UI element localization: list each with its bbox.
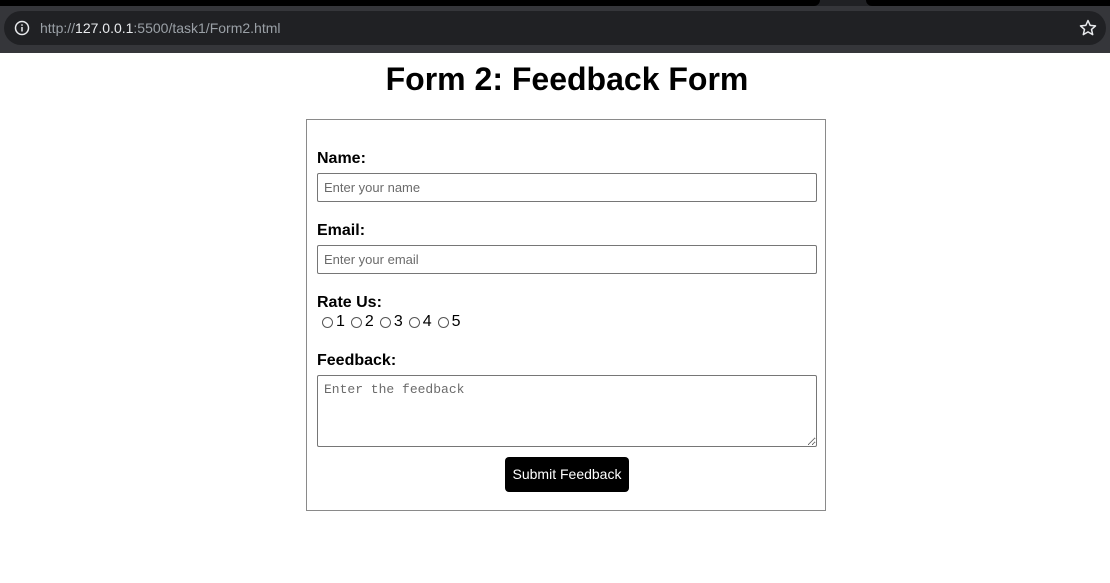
url-path: :5500/task1/Form2.html <box>133 20 281 36</box>
feedback-form: Name: Email: Rate Us: 1 2 3 4 <box>306 119 826 511</box>
feedback-label: Feedback: <box>317 352 397 369</box>
submit-feedback-button[interactable]: Submit Feedback <box>505 457 629 492</box>
rate-label: Rate Us: <box>317 294 382 311</box>
name-label: Name: <box>317 150 366 167</box>
radio-button-2[interactable] <box>350 316 362 328</box>
star-icon[interactable] <box>1078 18 1098 38</box>
page-content: Form 2: Feedback Form Name: Email: Rate … <box>0 53 1110 583</box>
rating-option[interactable]: 5 <box>437 313 461 331</box>
rating-option[interactable]: 3 <box>379 313 403 331</box>
email-input[interactable] <box>317 245 817 274</box>
rating-option[interactable]: 1 <box>322 313 345 331</box>
rating-label: 3 <box>393 313 403 330</box>
rating-option[interactable]: 4 <box>408 313 432 331</box>
feedback-textarea[interactable] <box>317 375 817 447</box>
rating-label: 2 <box>364 313 374 330</box>
rating-label: 5 <box>451 313 461 330</box>
browser-toolbar: http://127.0.0.1:5500/task1/Form2.html <box>0 6 1110 53</box>
rating-group: 1 2 3 4 5 <box>322 313 467 331</box>
url-host: 127.0.0.1 <box>75 20 134 36</box>
name-input[interactable] <box>317 173 817 202</box>
address-bar[interactable]: http://127.0.0.1:5500/task1/Form2.html <box>4 11 1106 45</box>
radio-button-3[interactable] <box>379 316 391 328</box>
rating-option[interactable]: 2 <box>350 313 374 331</box>
page-title: Form 2: Feedback Form <box>385 61 749 97</box>
email-label: Email: <box>317 222 366 239</box>
url-scheme: http:// <box>40 20 76 36</box>
info-icon[interactable] <box>14 20 30 36</box>
url-text[interactable]: http://127.0.0.1:5500/task1/Form2.html <box>40 20 280 36</box>
radio-button-1[interactable] <box>322 316 333 328</box>
rating-label: 1 <box>336 313 345 330</box>
radio-button-4[interactable] <box>408 316 420 328</box>
rating-label: 4 <box>422 313 432 330</box>
radio-button-5[interactable] <box>437 316 449 328</box>
